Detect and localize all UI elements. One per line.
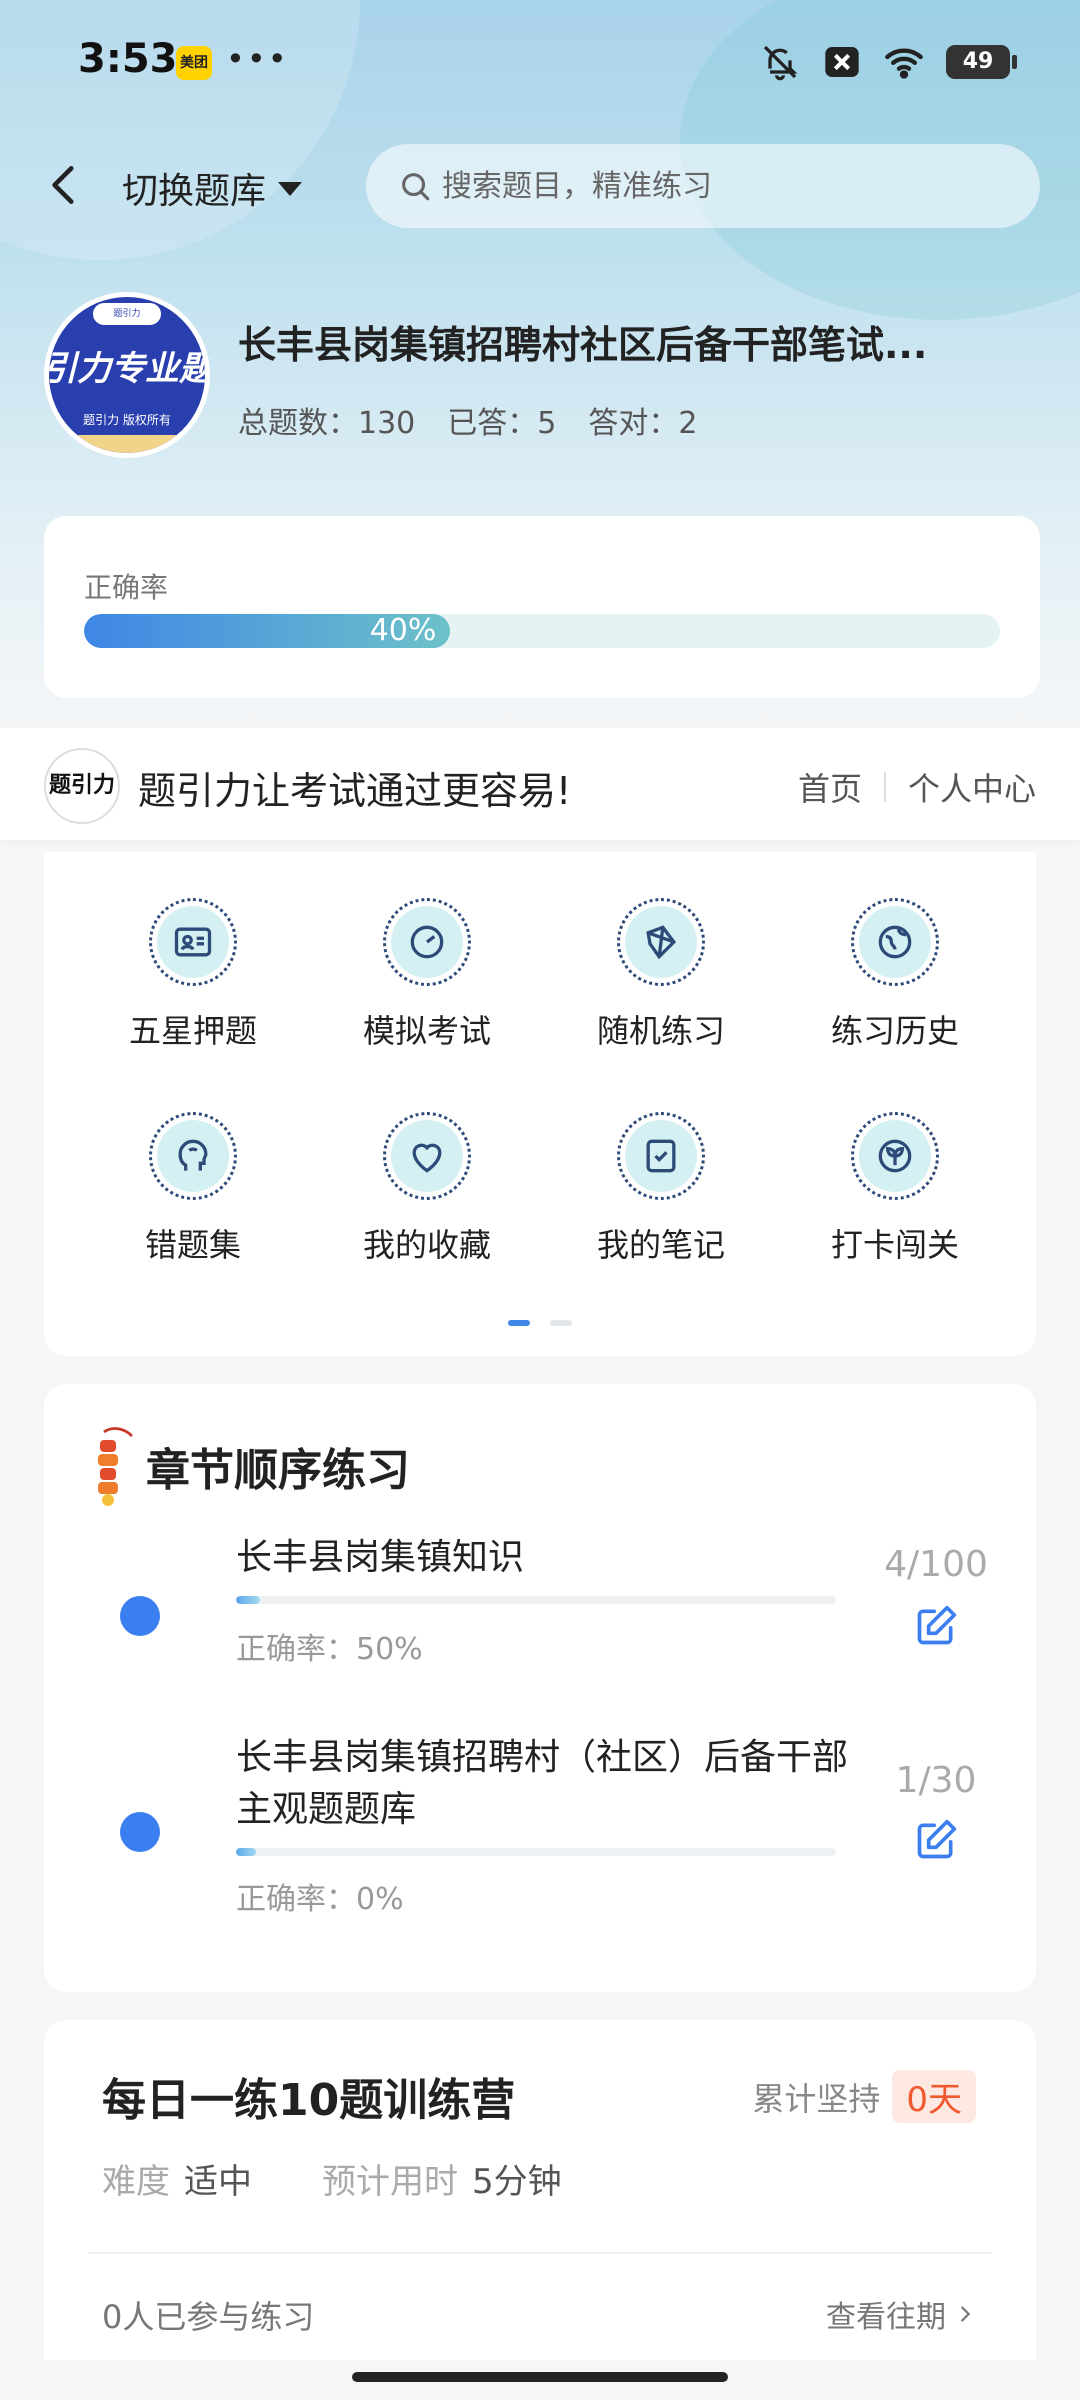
accuracy-progress-fill: 40% (84, 614, 451, 648)
search-box[interactable] (366, 144, 1040, 228)
feature-label: 五星押题 (128, 1012, 257, 1050)
gauge-icon (410, 925, 444, 959)
daily-practice-card[interactable]: 每日一练10题训练营 累计坚持 0天 难度 适中 预计用时 5分钟 0人已参与练… (44, 2020, 1036, 2360)
accuracy-progress-bar: 40% (84, 614, 1000, 648)
view-past-link[interactable]: 查看往期 (826, 2292, 976, 2336)
chapter-name: 长丰县岗集镇招聘村（社区）后备干部主观题题库 (236, 1737, 849, 1830)
feature-label: 打卡闯关 (830, 1226, 959, 1264)
feature-random-practice[interactable]: 随机练习 (544, 898, 778, 1052)
chapter-accuracy: 正确率：0% (236, 1882, 404, 1917)
stat-total: 总题数：130 (238, 406, 416, 441)
chapter-dot (120, 1596, 160, 1636)
bank-logo-text: 引力专业题 (49, 349, 205, 389)
firecracker-icon (98, 1427, 133, 1506)
promo-bar: 题引力 题引力让考试通过更容易! 首页 个人中心 (0, 728, 1080, 840)
view-past-label: 查看往期 (826, 2300, 946, 2335)
accuracy-card: 正确率 40% (44, 516, 1040, 698)
network-icon (646, 925, 677, 960)
search-input[interactable] (442, 168, 1002, 204)
bank-logo-copyright: 题引力 版权所有 (83, 413, 171, 427)
chapter-progress-bar (236, 1596, 836, 1604)
chapter-section-title: 章节顺序练习 (146, 1445, 410, 1496)
globe-icon (878, 925, 912, 959)
feature-checkin[interactable]: 打卡闯关 (778, 1112, 1012, 1266)
bank-logo: 题引力 引力专业题 题引力 版权所有 (44, 292, 210, 458)
chapter-dot (120, 1812, 160, 1852)
feature-label: 错题集 (144, 1226, 241, 1264)
daily-title: 每日一练10题训练营 (102, 2075, 516, 2126)
back-arrow-icon[interactable] (40, 160, 90, 210)
chapter-item-2[interactable]: 长丰县岗集镇招聘村（社区）后备干部主观题题库 正确率：0% 1/30 (44, 1732, 1036, 1932)
feature-label: 我的收藏 (362, 1226, 491, 1264)
pager-dot[interactable] (550, 1320, 572, 1326)
home-link[interactable]: 首页 (798, 764, 862, 810)
feature-label: 我的笔记 (596, 1226, 725, 1264)
chapter-progress-fill (236, 1596, 260, 1604)
id-card-icon (174, 927, 212, 957)
stat-answered: 已答：5 (447, 406, 557, 441)
feature-history[interactable]: 练习历史 (778, 898, 1012, 1052)
feature-favorites[interactable]: 我的收藏 (310, 1112, 544, 1266)
time-label: 预计用时 (322, 2162, 458, 2202)
difficulty-value: 适中 (184, 2162, 252, 2202)
chapter-progress-fill (236, 1848, 256, 1856)
chevron-right-icon (961, 2306, 971, 2322)
close-box-icon (825, 47, 859, 77)
chapter-item-1[interactable]: 长丰县岗集镇知识 正确率：50% 4/100 (44, 1532, 1036, 1692)
time-value: 5分钟 (472, 2162, 562, 2202)
switch-bank-dropdown[interactable]: 切换题库 (122, 162, 303, 214)
more-notifications-icon: ••• (226, 40, 289, 78)
meituan-app-icon: 美团 (176, 46, 212, 80)
feature-wrong-set[interactable]: 错题集 (76, 1112, 310, 1266)
head-icon (178, 1139, 208, 1171)
status-bar: 3:53 美团 ••• 49 (0, 0, 1080, 128)
chapter-count: 4/100 (884, 1544, 988, 1585)
feature-label: 练习历史 (830, 1012, 959, 1050)
caret-down-icon (278, 182, 303, 196)
feature-label: 模拟考试 (362, 1012, 491, 1050)
feature-five-star[interactable]: 五星押题 (76, 898, 310, 1052)
edit-icon[interactable] (914, 1604, 958, 1648)
bank-logo-tag: 题引力 (93, 303, 161, 325)
profile-link[interactable]: 个人中心 (908, 764, 1036, 810)
accuracy-label: 正确率 (84, 571, 169, 604)
streak-info: 累计坚持 0天 (752, 2070, 976, 2123)
streak-label: 累计坚持 (752, 2079, 881, 2118)
chapter-name: 长丰县岗集镇知识 (236, 1537, 525, 1578)
grid-pager (508, 1320, 572, 1326)
battery-indicator: 49 (946, 45, 1017, 79)
feature-notes[interactable]: 我的笔记 (544, 1112, 778, 1266)
leaf-icon (878, 1139, 912, 1173)
chapter-count: 1/30 (895, 1760, 977, 1801)
brand-logo: 题引力 (44, 748, 120, 824)
feature-grid: 五星押题 模拟考试 随机练习 练习历史 错题集 我的收藏 我的笔记 打卡闯关 (44, 852, 1036, 1356)
chapter-practice-card: 章节顺序练习 长丰县岗集镇知识 正确率：50% 4/100 长丰县岗集镇招聘村（… (44, 1384, 1036, 1992)
feature-label: 随机练习 (596, 1012, 725, 1050)
wifi-icon (885, 48, 923, 79)
pager-dot-active[interactable] (508, 1320, 530, 1326)
status-time: 3:53 (78, 36, 178, 82)
home-indicator[interactable] (352, 2372, 728, 2382)
daily-meta: 难度 适中 预计用时 5分钟 (102, 2154, 632, 2203)
note-check-icon (646, 1139, 676, 1173)
heart-icon (412, 1143, 442, 1173)
chapter-accuracy: 正确率：50% (236, 1632, 423, 1667)
edit-icon[interactable] (914, 1818, 958, 1862)
bank-title: 长丰县岗集镇招聘村社区后备干部笔试... (238, 323, 928, 367)
participants-count: 0人已参与练习 (102, 2298, 315, 2336)
bell-muted-icon (763, 45, 798, 81)
switch-bank-label: 切换题库 (122, 171, 267, 212)
streak-badge: 0天 (892, 2070, 976, 2123)
feature-mock-exam[interactable]: 模拟考试 (310, 898, 544, 1052)
chapter-progress-bar (236, 1848, 836, 1856)
search-icon (402, 173, 430, 201)
promo-slogan: 题引力让考试通过更容易! (138, 769, 572, 813)
difficulty-label: 难度 (102, 2162, 170, 2202)
top-nav: 切换题库 (0, 140, 1080, 230)
stat-correct: 答对：2 (588, 406, 698, 441)
bank-stats: 总题数：130 已答：5 答对：2 (238, 398, 697, 442)
